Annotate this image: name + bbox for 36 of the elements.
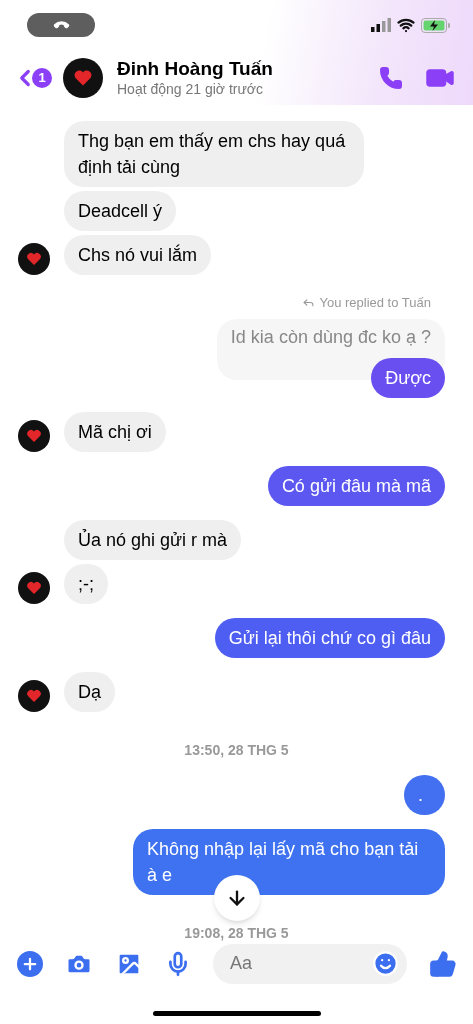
- avatar: [18, 571, 50, 604]
- active-status: Hoạt động 21 giờ trước: [117, 80, 265, 98]
- timestamp: 13:50, 28 THG 5: [184, 740, 289, 760]
- active-call-pill[interactable]: [27, 13, 95, 37]
- contact-name: Đinh Hoàng Tuấn: [117, 57, 274, 80]
- reply-label: You replied to Tuấn: [319, 294, 431, 312]
- back-button[interactable]: 1: [12, 64, 52, 91]
- thumbs-up-icon: [429, 949, 457, 978]
- like-button[interactable]: [429, 949, 457, 978]
- add-button[interactable]: [17, 950, 43, 977]
- wifi-icon: [397, 16, 415, 34]
- message-bubble: Chs nó vui lắm: [64, 235, 212, 275]
- message-bubble: Deadcell ý: [64, 191, 177, 231]
- timestamp: 19:08, 28 THG 5: [184, 923, 289, 943]
- message-input[interactable]: Aa: [230, 950, 372, 977]
- signal-icon: [371, 18, 391, 32]
- message-bubble: Không nhập lại lấy mã cho bạn tải à e: [133, 828, 445, 895]
- message-bubble: Được: [371, 357, 445, 398]
- emoji-icon[interactable]: [372, 950, 399, 977]
- avatar: [18, 243, 50, 275]
- message-bubble: Mã chị ơi: [64, 411, 166, 452]
- avatar: [18, 419, 50, 452]
- message-bubble: ;-;: [64, 563, 108, 604]
- message-bubble: Thg bạn em thấy em chs hay quá định tải cùng: [64, 121, 364, 187]
- unread-count-badge: 1: [32, 67, 52, 88]
- message-bubble: Ủa nó ghi gửi r mà: [64, 519, 242, 560]
- message-field[interactable]: Aa: [213, 943, 407, 984]
- battery-icon: [421, 17, 451, 33]
- message-bubble: Gửi lại thôi chứ co gì đâu: [214, 617, 445, 658]
- message-bubble: Có gửi đâu mà mã: [267, 465, 445, 506]
- avatar[interactable]: [63, 57, 103, 98]
- phone-icon: [379, 65, 403, 90]
- message-bubble: Dạ: [64, 671, 115, 712]
- avatar: [18, 679, 50, 712]
- message-bubble: .: [404, 774, 445, 815]
- audio-call-button[interactable]: [379, 65, 403, 90]
